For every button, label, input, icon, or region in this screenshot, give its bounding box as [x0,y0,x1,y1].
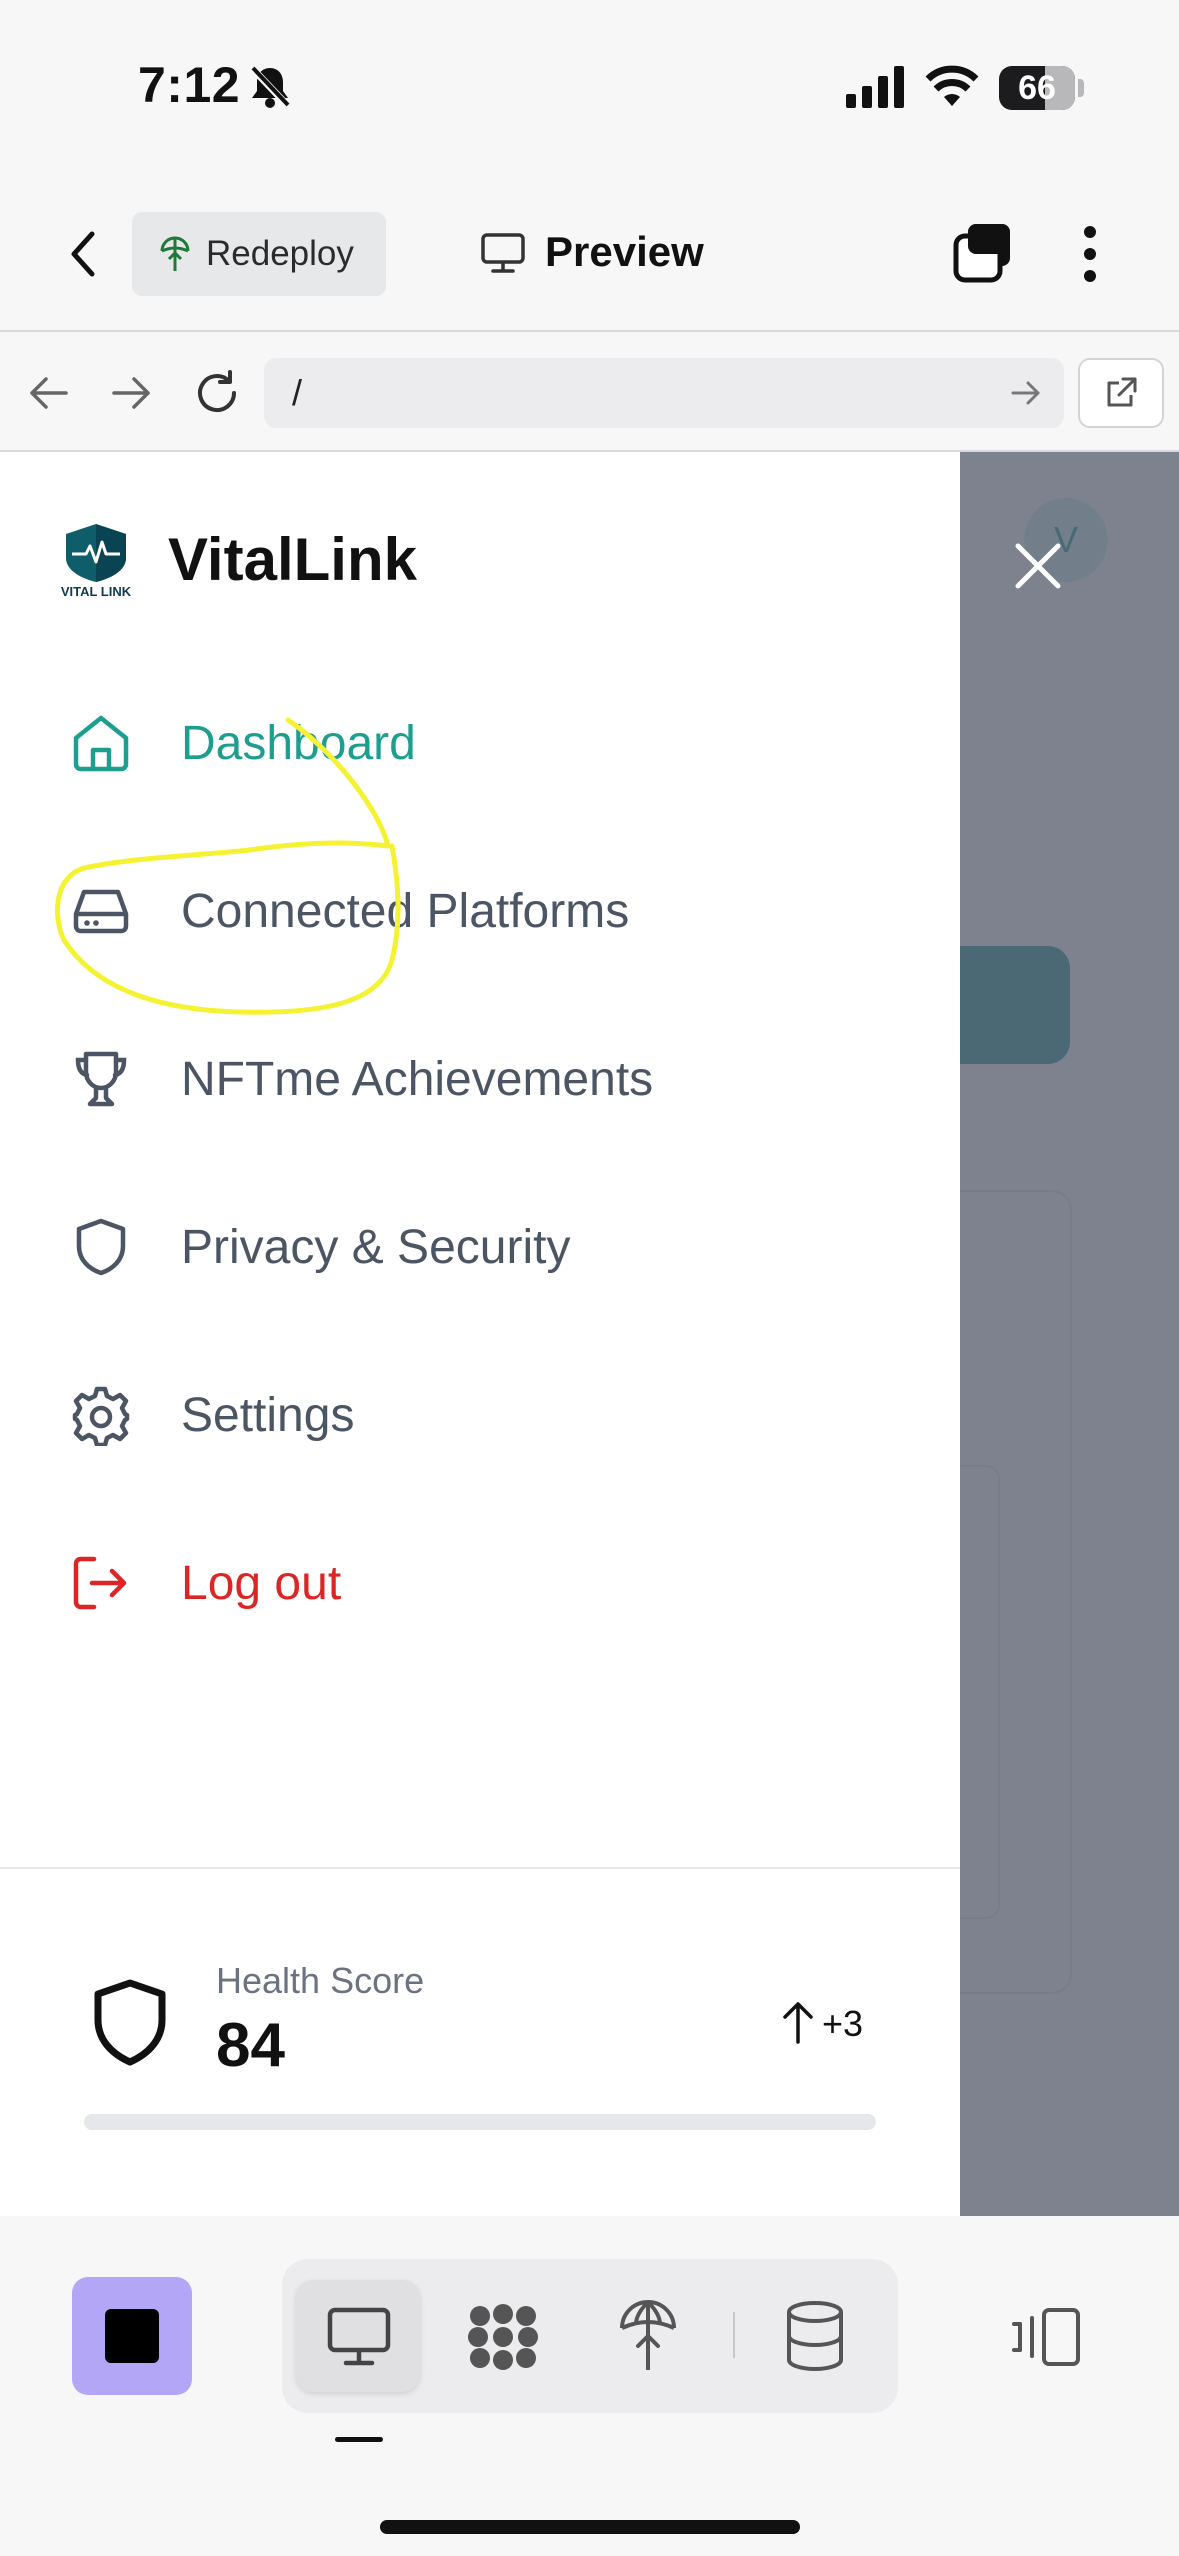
highlight-annotation [55,717,401,1015]
